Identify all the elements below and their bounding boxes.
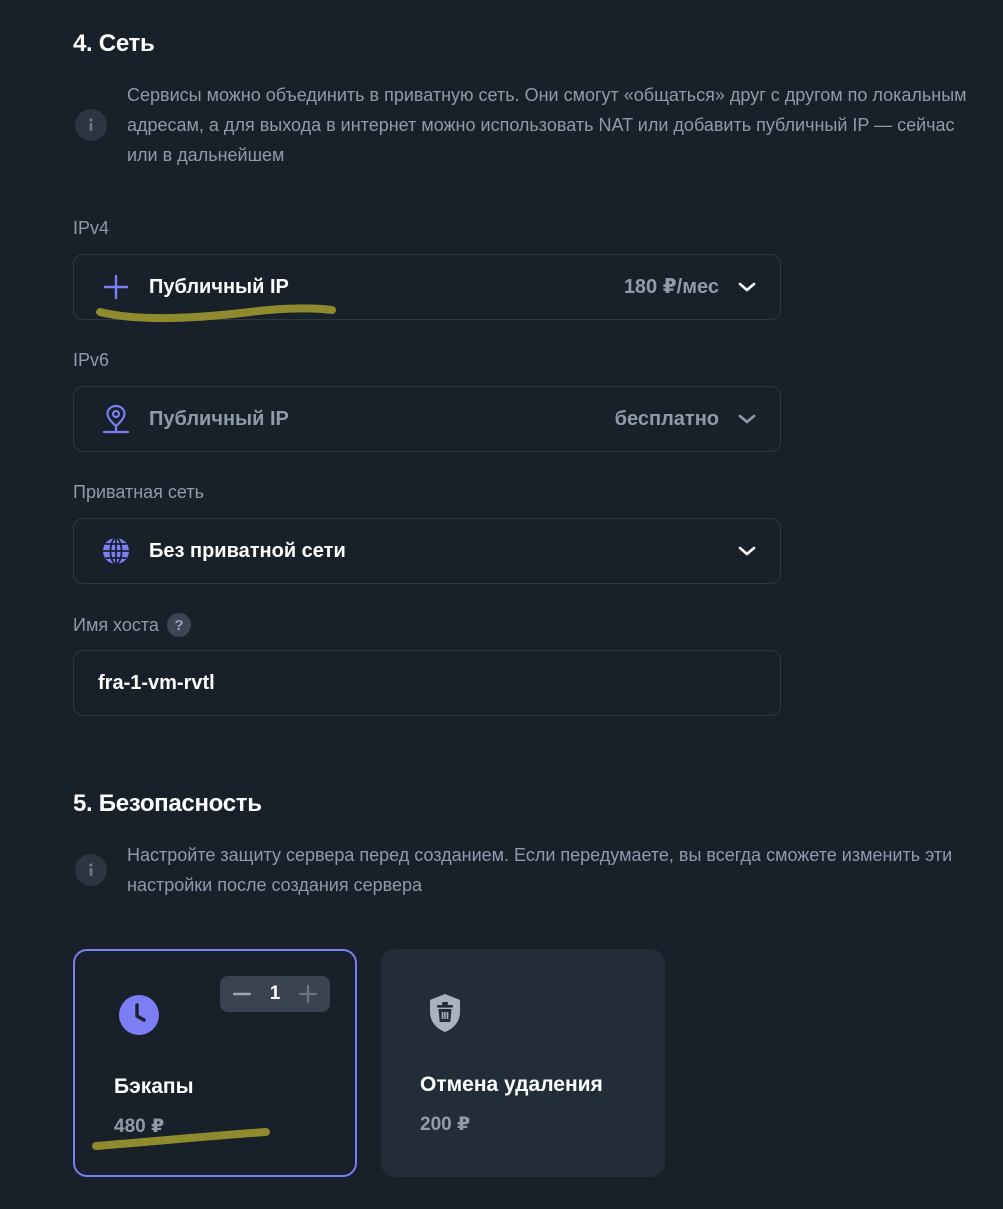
backups-count: 1 (269, 983, 281, 1004)
private-network-select[interactable]: Без приватной сети (73, 518, 781, 584)
undo-delete-title: Отмена удаления (420, 1073, 603, 1096)
info-icon (75, 854, 107, 886)
ipv6-label: IPv6 (73, 350, 109, 371)
ipv6-select[interactable]: Публичный IP бесплатно (73, 386, 781, 452)
ipv6-price: бесплатно (614, 408, 719, 430)
ipv4-label: IPv4 (73, 218, 109, 239)
hostname-input[interactable] (73, 650, 781, 716)
security-info-text: Настройте защиту сервера перед созданием… (127, 845, 953, 895)
chevron-down-icon (736, 276, 758, 298)
backups-title: Бэкапы (114, 1075, 194, 1098)
security-info: Настройте защиту сервера перед созданием… (73, 840, 973, 900)
location-pin-icon (100, 403, 132, 435)
plus-icon (100, 271, 132, 303)
network-info: Сервисы можно объединить в приватную сет… (73, 80, 973, 170)
server-config-page: 4. Сеть Сервисы можно объединить в прива… (0, 0, 1003, 1209)
shield-trash-icon (430, 994, 460, 1032)
private-network-label: Приватная сеть (73, 482, 204, 503)
ipv4-select[interactable]: Публичный IP 180 ₽/мес (73, 254, 781, 320)
clock-icon (119, 995, 159, 1035)
hostname-label: Имя хоста ? (73, 613, 191, 637)
globe-icon (100, 535, 132, 567)
chevron-down-icon (736, 408, 758, 430)
ipv4-label-text: IPv4 (73, 218, 110, 238)
backups-price: 480 ₽ (114, 1116, 165, 1137)
undo-delete-card[interactable]: Отмена удаления 200 ₽ (381, 949, 665, 1177)
chevron-down-icon (736, 540, 758, 562)
backups-quantity-stepper: 1 (220, 976, 330, 1012)
private-network-label-text: Приватная сеть (73, 482, 204, 502)
ipv4-select-value: Публичный IP (149, 276, 289, 298)
undo-delete-price: 200 ₽ (420, 1114, 471, 1135)
ipv6-label-text: IPv6 (73, 350, 110, 370)
private-network-select-value: Без приватной сети (149, 540, 346, 562)
backups-card[interactable]: 1 Бэкапы 480 ₽ (73, 949, 357, 1177)
info-icon (75, 109, 107, 141)
help-icon[interactable]: ? (166, 613, 191, 637)
increment-button[interactable] (296, 982, 320, 1006)
decrement-button[interactable] (230, 982, 254, 1006)
ipv6-select-value: Публичный IP (149, 408, 289, 430)
network-section-title: 4. Сеть (73, 30, 155, 57)
ipv4-price: 180 ₽/мес (623, 276, 719, 298)
security-section-title: 5. Безопасность (73, 790, 262, 817)
network-info-text: Сервисы можно объединить в приватную сет… (127, 85, 967, 165)
hostname-label-text: Имя хоста (73, 614, 159, 635)
